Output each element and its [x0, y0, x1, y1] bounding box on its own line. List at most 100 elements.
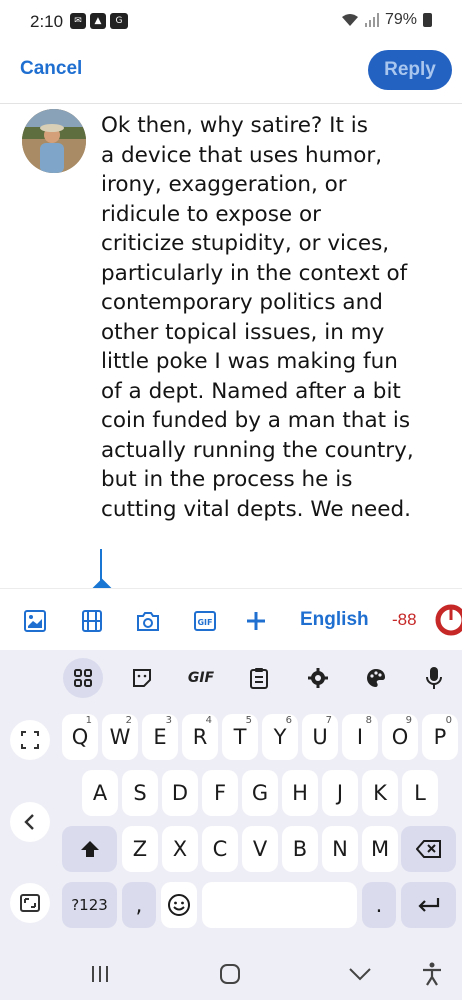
key-p[interactable]: P0: [422, 714, 458, 760]
avatar: [22, 109, 86, 173]
key-b[interactable]: B: [282, 826, 318, 872]
key-a[interactable]: A: [82, 770, 118, 816]
home-icon[interactable]: [216, 960, 244, 988]
key-d[interactable]: D: [162, 770, 198, 816]
key-label: M: [370, 837, 390, 861]
plus-icon[interactable]: [243, 608, 269, 634]
key-hint: 2: [125, 715, 132, 726]
system-nav-bar: [0, 948, 462, 1000]
symbols-key[interactable]: ?123: [62, 882, 117, 928]
key-k[interactable]: K: [362, 770, 398, 816]
key-label: P: [433, 725, 447, 749]
key-label: E: [153, 725, 167, 749]
key-j[interactable]: J: [322, 770, 358, 816]
comma-key-label: ,: [135, 893, 143, 917]
key-v[interactable]: V: [242, 826, 278, 872]
reply-text-field[interactable]: Ok then, why satire? It is a device that…: [101, 111, 446, 524]
key-t[interactable]: T5: [222, 714, 258, 760]
status-time: 2:10: [30, 12, 64, 31]
key-q[interactable]: Q1: [62, 714, 98, 760]
key-y[interactable]: Y6: [262, 714, 298, 760]
backspace-key[interactable]: [401, 826, 456, 872]
clipboard-icon[interactable]: [239, 658, 279, 698]
period-key[interactable]: .: [362, 882, 396, 928]
recent-apps-icon[interactable]: [86, 960, 114, 988]
key-label: Z: [132, 837, 148, 861]
key-label: F: [213, 781, 227, 805]
language-button[interactable]: English: [300, 609, 369, 631]
key-s[interactable]: S: [122, 770, 158, 816]
key-label: W: [109, 725, 131, 749]
sim-icon: G: [110, 13, 128, 29]
camera-icon[interactable]: [135, 608, 161, 634]
accessibility-icon[interactable]: [418, 960, 446, 988]
key-e[interactable]: E3: [142, 714, 178, 760]
key-hint: 9: [405, 715, 412, 726]
key-label: D: [171, 781, 189, 805]
key-w[interactable]: W2: [102, 714, 138, 760]
svg-text:GIF: GIF: [197, 618, 212, 627]
emoji-key[interactable]: [161, 882, 197, 928]
enter-key[interactable]: [401, 882, 456, 928]
microphone-icon[interactable]: [414, 658, 454, 698]
key-hint: 6: [285, 715, 292, 726]
reply-button[interactable]: Reply: [368, 50, 452, 90]
key-label: C: [212, 837, 228, 861]
key-label: R: [192, 725, 208, 749]
shift-key[interactable]: [62, 826, 117, 872]
expand-keyboard-icon[interactable]: [10, 720, 50, 760]
comma-key[interactable]: ,: [122, 882, 156, 928]
key-label: L: [414, 781, 426, 805]
key-label: Q: [71, 725, 89, 749]
key-u[interactable]: U7: [302, 714, 338, 760]
image-icon[interactable]: [22, 608, 48, 634]
hide-keyboard-icon[interactable]: [346, 960, 374, 988]
cancel-button[interactable]: Cancel: [20, 58, 82, 80]
move-cursor-left-icon[interactable]: [10, 802, 50, 842]
key-label: J: [336, 781, 344, 805]
key-hint: 4: [205, 715, 212, 726]
notification-icons: ✉ ▲ G: [70, 13, 128, 29]
key-i[interactable]: I8: [342, 714, 378, 760]
character-counter: -88: [392, 610, 417, 629]
key-label: N: [332, 837, 348, 861]
key-n[interactable]: N: [322, 826, 358, 872]
key-label: B: [292, 837, 308, 861]
floating-keyboard-icon[interactable]: [10, 883, 50, 923]
system-icons: 79%: [341, 11, 432, 29]
key-f[interactable]: F: [202, 770, 238, 816]
settings-gear-icon[interactable]: [298, 658, 338, 698]
video-icon[interactable]: [79, 608, 105, 634]
gif-icon[interactable]: GIF: [192, 608, 218, 634]
key-label: O: [391, 725, 409, 749]
key-c[interactable]: C: [202, 826, 238, 872]
compose-header: Cancel Reply: [0, 44, 462, 104]
symbols-key-label: ?123: [71, 896, 108, 914]
key-r[interactable]: R4: [182, 714, 218, 760]
key-label: K: [373, 781, 387, 805]
key-g[interactable]: G: [242, 770, 278, 816]
key-label: G: [251, 781, 269, 805]
period-key-label: .: [375, 893, 383, 917]
apps-grid-icon[interactable]: [63, 658, 103, 698]
status-bar: 2:10 ✉ ▲ G 79%: [0, 0, 462, 44]
keyboard-toolbar: GIF: [0, 650, 462, 706]
gmail-icon: ✉: [70, 13, 86, 29]
key-z[interactable]: Z: [122, 826, 158, 872]
gif-keyboard-button[interactable]: GIF: [181, 658, 221, 698]
key-label: T: [233, 725, 247, 749]
key-m[interactable]: M: [362, 826, 398, 872]
key-h[interactable]: H: [282, 770, 318, 816]
key-l[interactable]: L: [402, 770, 438, 816]
space-bar[interactable]: [202, 882, 357, 928]
photo-icon: ▲: [90, 13, 106, 29]
progress-ring-icon: [435, 604, 462, 636]
key-o[interactable]: O9: [382, 714, 418, 760]
battery-percent: 79%: [384, 11, 417, 28]
key-x[interactable]: X: [162, 826, 198, 872]
palette-icon[interactable]: [356, 658, 396, 698]
gif-keyboard-label: GIF: [187, 670, 215, 686]
screen: 2:10 ✉ ▲ G 79% Cancel Reply Ok then, why…: [0, 0, 462, 1000]
sticker-icon[interactable]: [122, 658, 162, 698]
key-hint: 0: [445, 715, 452, 726]
